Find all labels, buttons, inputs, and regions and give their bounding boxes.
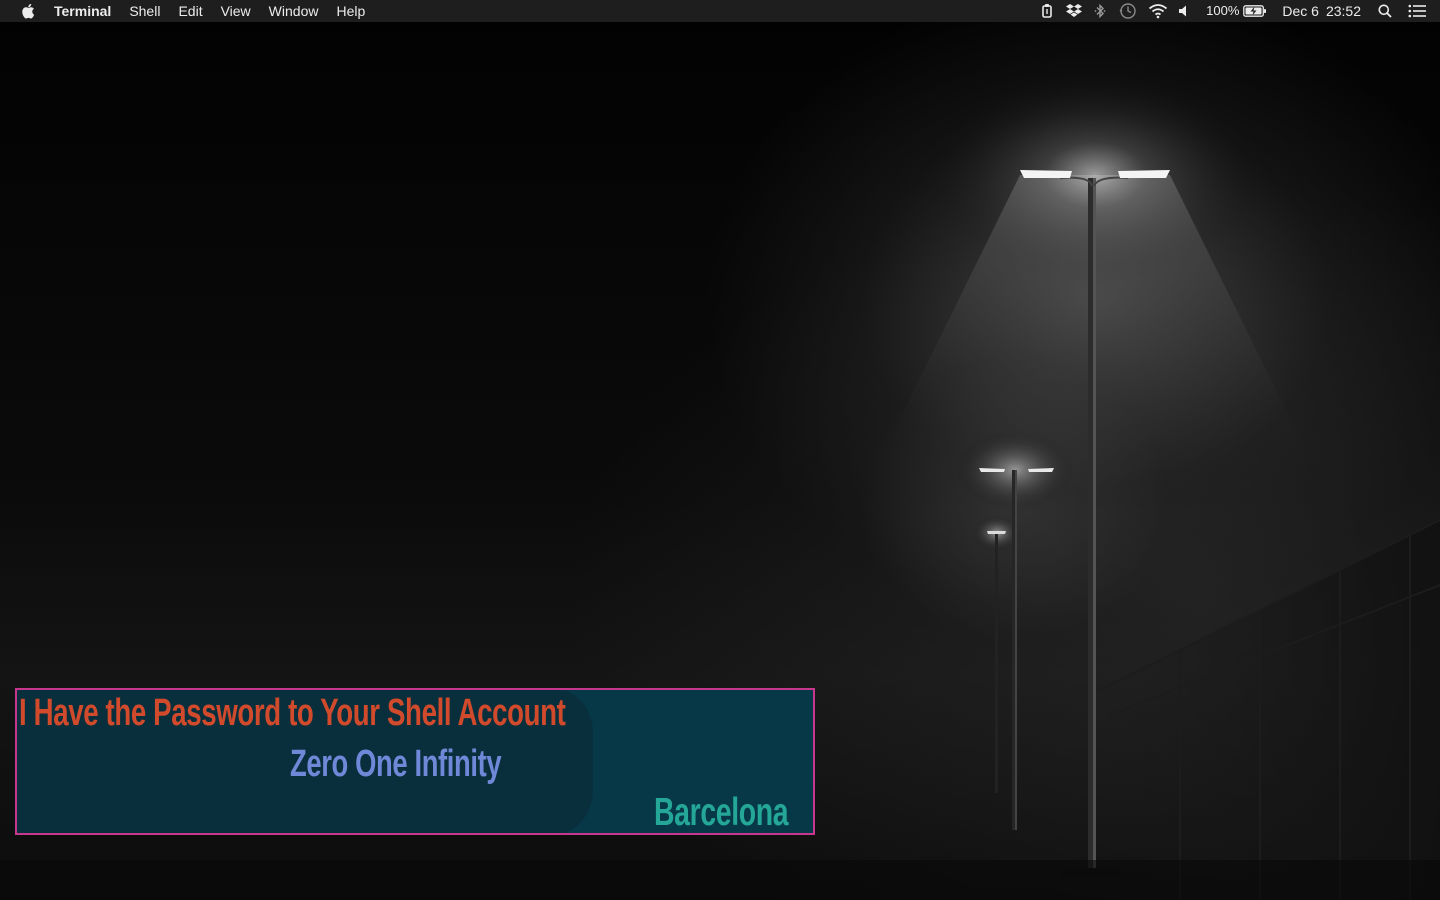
dropbox-icon[interactable] [1064,0,1084,22]
battery-percent[interactable]: 100% [1206,0,1239,22]
widget-title-line: I Have the Password to Your Shell Accoun… [19,692,566,734]
menu-help[interactable]: Help [327,0,374,22]
menu-view[interactable]: View [212,0,260,22]
menu-app-name[interactable]: Terminal [53,0,120,22]
volume-icon[interactable] [1176,0,1192,22]
battery-charging-icon[interactable] [1242,0,1268,22]
apple-menu-icon[interactable] [17,3,39,19]
menu-bar: Terminal Shell Edit View Window Help 100… [0,0,1440,22]
spotlight-search-icon[interactable] [1377,0,1393,22]
clipboard-icon[interactable] [1038,0,1056,22]
menu-date[interactable]: Dec 6 [1282,0,1319,22]
bluetooth-icon[interactable] [1092,0,1108,22]
menu-edit[interactable]: Edit [169,0,211,22]
widget-subtitle-line: Zero One Infinity [290,743,502,785]
bridge-wall [1100,520,1440,900]
time-machine-icon[interactable] [1118,0,1138,22]
desktop-text-widget: I Have the Password to Your Shell Accoun… [15,688,815,835]
widget-location-line: Barcelona [654,791,789,834]
menu-shell[interactable]: Shell [120,0,169,22]
menu-window[interactable]: Window [260,0,328,22]
street-lamp-farthest [987,531,1006,793]
notification-center-icon[interactable] [1407,0,1427,22]
wifi-icon[interactable] [1148,0,1168,22]
ground [0,860,1440,900]
menu-clock[interactable]: 23:52 [1326,0,1361,22]
